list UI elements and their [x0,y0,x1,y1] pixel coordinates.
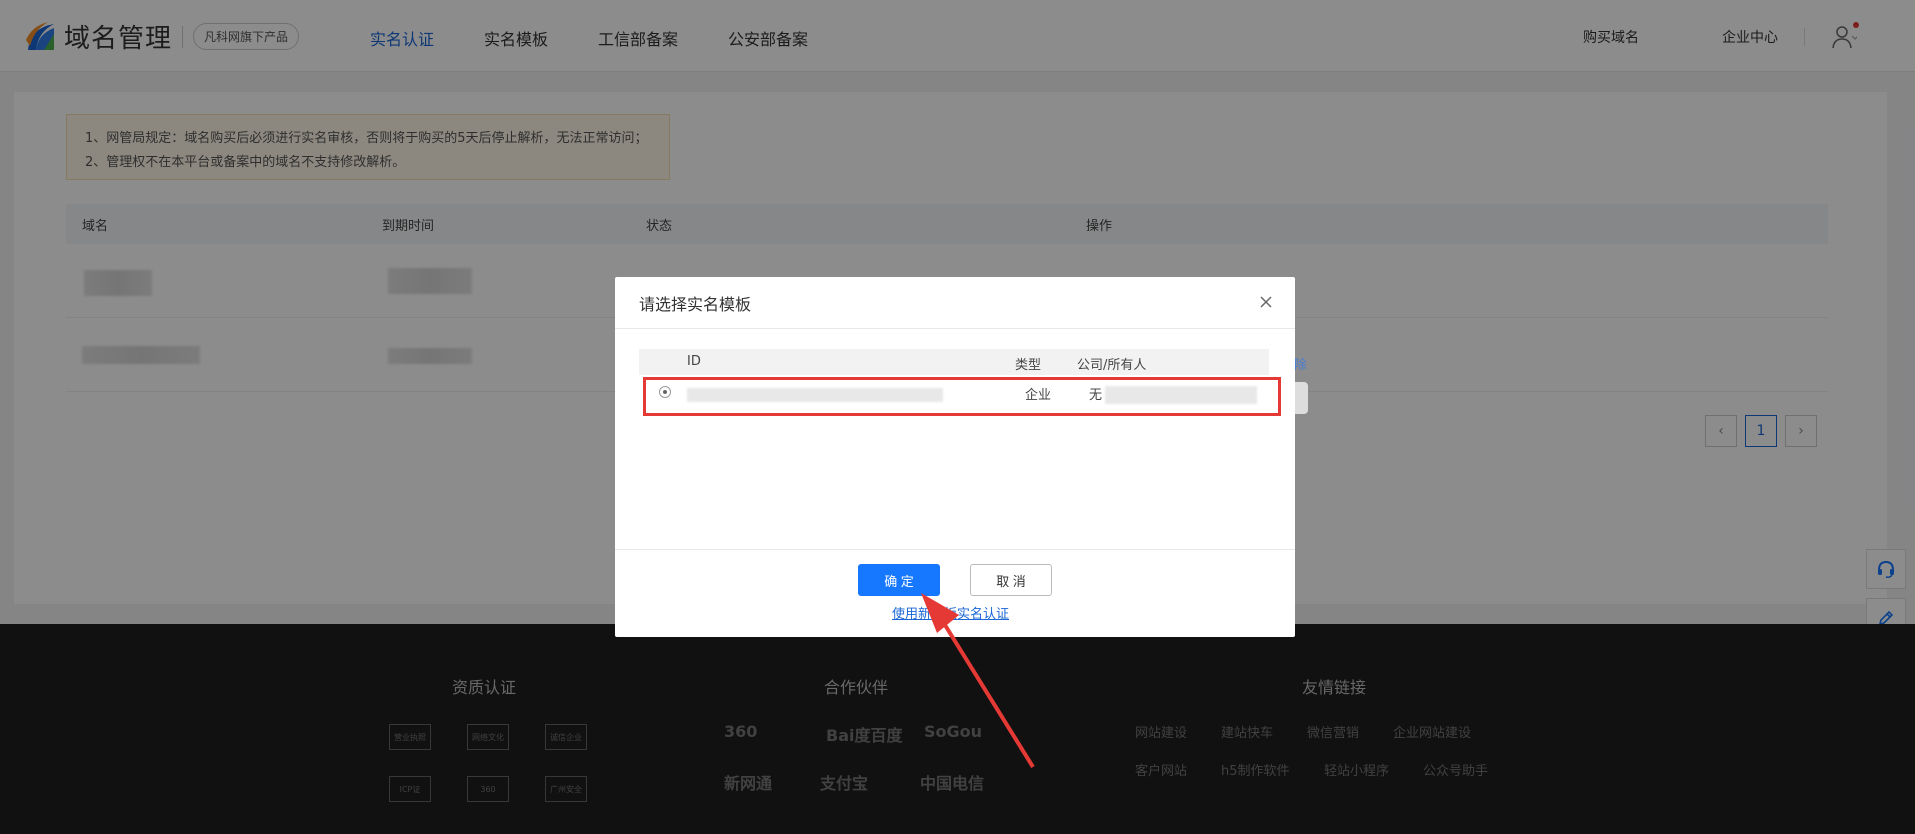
dialog-title: 请选择实名模板 [639,294,752,314]
close-icon[interactable] [1257,293,1275,311]
table-action-peek[interactable]: 除 [1294,354,1307,373]
highlight-box [643,377,1281,416]
select-template-dialog: 请选择实名模板 ID 类型 公司/所有人 企业 无 确 定 取 消 使用新模板实… [615,277,1295,637]
template-table-header: ID 类型 公司/所有人 [639,349,1269,375]
annotation-arrow-icon [921,593,1035,769]
dialog-header: 请选择实名模板 [615,277,1295,329]
col-type: 类型 [1015,358,1042,373]
col-id: ID [687,354,701,369]
col-owner: 公司/所有人 [1077,358,1147,373]
